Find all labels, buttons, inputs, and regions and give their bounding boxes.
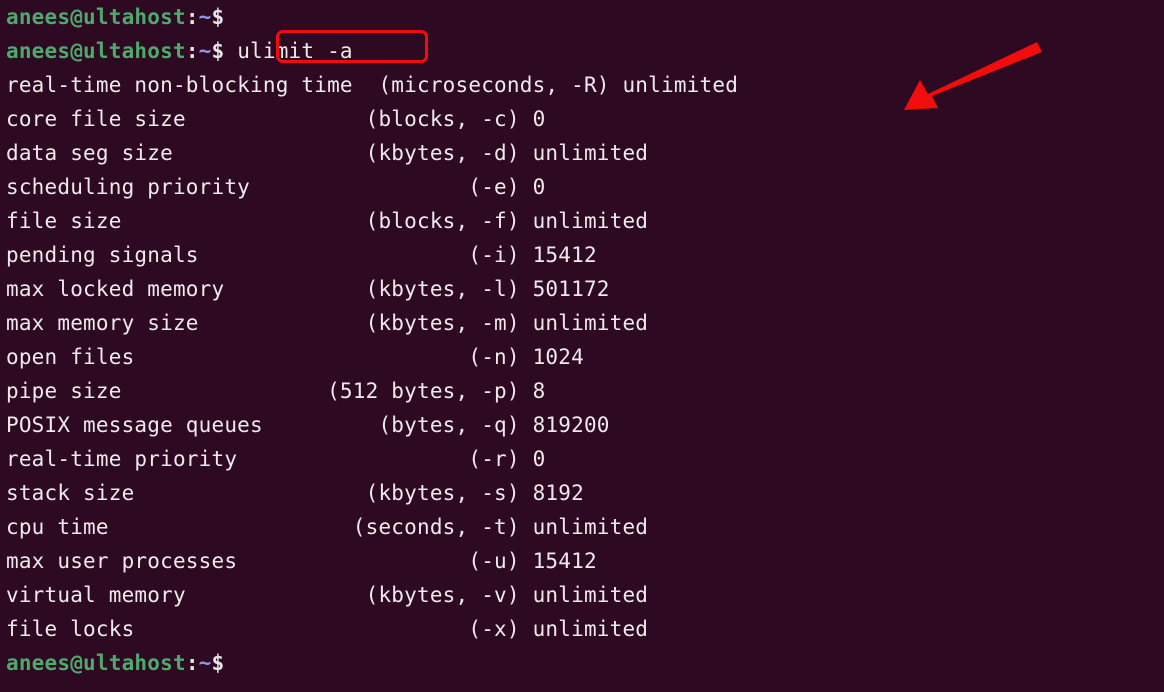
typed-command[interactable]: ulimit -a [237, 39, 353, 63]
prompt-path: ~ [198, 39, 212, 63]
prompt-colon: : [185, 39, 199, 63]
prompt-colon: : [185, 651, 199, 675]
prompt-dollar-sign: $ [211, 39, 225, 63]
terminal-output-line: open files (-n) 1024 [6, 340, 738, 374]
prompt-user-host: anees@ultahost [6, 5, 186, 29]
terminal-output-line: file size (blocks, -f) unlimited [6, 204, 738, 238]
output-text: max user processes (-u) 15412 [6, 549, 597, 573]
output-text: open files (-n) 1024 [6, 345, 584, 369]
terminal-output-line: file locks (-x) unlimited [6, 612, 738, 646]
output-text: real-time non-blocking time (microsecond… [6, 73, 739, 97]
output-text: core file size (blocks, -c) 0 [6, 107, 546, 131]
terminal-output-line: max user processes (-u) 15412 [6, 544, 738, 578]
terminal-output-line: data seg size (kbytes, -d) unlimited [6, 136, 738, 170]
output-text: max locked memory (kbytes, -l) 501172 [6, 277, 610, 301]
output-text: stack size (kbytes, -s) 8192 [6, 481, 584, 505]
prompt-path: ~ [198, 651, 212, 675]
terminal-output-line: POSIX message queues (bytes, -q) 819200 [6, 408, 738, 442]
terminal-window[interactable]: anees@ultahost:~$ anees@ultahost:~$ ulimi… [0, 0, 1164, 692]
arrow-shape [904, 42, 1042, 110]
terminal-output-line: pending signals (-i) 15412 [6, 238, 738, 272]
terminal-output-line: max locked memory (kbytes, -l) 501172 [6, 272, 738, 306]
output-text: data seg size (kbytes, -d) unlimited [6, 141, 649, 165]
prompt-dollar-sign: $ [211, 651, 225, 675]
terminal-prompt-line: anees@ultahost:~$ [6, 0, 738, 34]
terminal-output-line: cpu time (seconds, -t) unlimited [6, 510, 738, 544]
output-text: max memory size (kbytes, -m) unlimited [6, 311, 649, 335]
terminal-output-area: anees@ultahost:~$ anees@ultahost:~$ ulimi… [6, 0, 738, 680]
prompt-user-host: anees@ultahost [6, 39, 186, 63]
prompt-path: ~ [198, 5, 212, 29]
terminal-prompt-line: anees@ultahost:~$ [6, 646, 738, 680]
terminal-output-line: max memory size (kbytes, -m) unlimited [6, 306, 738, 340]
terminal-prompt-line: anees@ultahost:~$ ulimit -a [6, 34, 738, 68]
terminal-output-line: core file size (blocks, -c) 0 [6, 102, 738, 136]
terminal-output-line: stack size (kbytes, -s) 8192 [6, 476, 738, 510]
output-text: virtual memory (kbytes, -v) unlimited [6, 583, 649, 607]
prompt-colon: : [185, 5, 199, 29]
output-text: file locks (-x) unlimited [6, 617, 649, 641]
terminal-output-line: pipe size (512 bytes, -p) 8 [6, 374, 738, 408]
terminal-output-line: real-time non-blocking time (microsecond… [6, 68, 738, 102]
output-text: cpu time (seconds, -t) unlimited [6, 515, 649, 539]
terminal-output-line: virtual memory (kbytes, -v) unlimited [6, 578, 738, 612]
terminal-output-line: scheduling priority (-e) 0 [6, 170, 738, 204]
output-text: pipe size (512 bytes, -p) 8 [6, 379, 546, 403]
output-text: POSIX message queues (bytes, -q) 819200 [6, 413, 610, 437]
output-text: file size (blocks, -f) unlimited [6, 209, 649, 233]
output-text: pending signals (-i) 15412 [6, 243, 597, 267]
prompt-dollar-sign: $ [211, 5, 225, 29]
prompt-user-host: anees@ultahost [6, 651, 186, 675]
terminal-output-line: real-time priority (-r) 0 [6, 442, 738, 476]
red-arrow-annotation [904, 42, 1042, 110]
output-text: scheduling priority (-e) 0 [6, 175, 546, 199]
output-text: real-time priority (-r) 0 [6, 447, 546, 471]
